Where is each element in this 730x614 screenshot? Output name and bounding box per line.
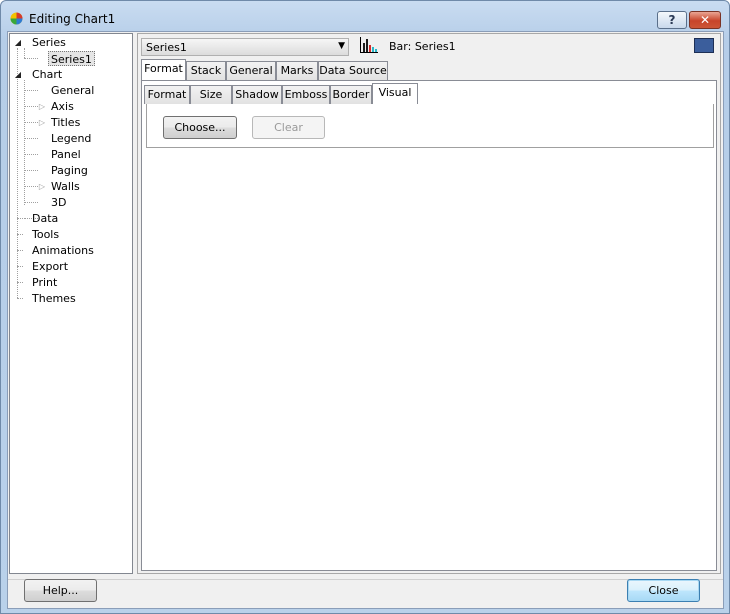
tree-item-titles[interactable]: Titles <box>51 115 80 130</box>
tree-item-panel[interactable]: Panel <box>51 147 81 162</box>
tab-general[interactable]: General <box>226 61 276 80</box>
tree-item-series[interactable]: Series <box>32 35 66 50</box>
tree-item-data[interactable]: Data <box>32 211 58 226</box>
tree-item-3d[interactable]: 3D <box>51 195 66 210</box>
clear-button[interactable]: Clear <box>252 116 325 139</box>
tree-item-general[interactable]: General <box>51 83 94 98</box>
editor-tree[interactable]: ◢ Series Series1 ◢ Chart General ▷ Axis … <box>9 33 133 574</box>
subtab-shadow[interactable]: Shadow <box>232 85 282 104</box>
tree-item-walls[interactable]: Walls <box>51 179 80 194</box>
footer-divider <box>8 579 723 580</box>
title-bar: Editing Chart1 ? ✕ <box>1 1 729 31</box>
bar-chart-icon <box>360 37 378 53</box>
axis-expand-arrow-icon[interactable]: ▷ <box>37 99 47 114</box>
tab-stack[interactable]: Stack <box>186 61 226 80</box>
tree-item-print[interactable]: Print <box>32 275 57 290</box>
subtab-format[interactable]: Format <box>144 85 190 104</box>
format-tab-page: Format Size Shadow Emboss Border Visual … <box>141 80 717 571</box>
help-title-button[interactable]: ? <box>657 11 687 29</box>
tree-item-legend[interactable]: Legend <box>51 131 91 146</box>
tree-item-tools[interactable]: Tools <box>32 227 59 242</box>
tree-item-animations[interactable]: Animations <box>32 243 94 258</box>
series-type-label: Bar: Series1 <box>389 40 456 53</box>
walls-expand-arrow-icon[interactable]: ▷ <box>37 179 47 194</box>
chevron-down-icon[interactable]: ▼ <box>338 41 345 51</box>
window-title: Editing Chart1 <box>29 12 116 26</box>
titles-expand-arrow-icon[interactable]: ▷ <box>37 115 47 130</box>
tree-item-axis[interactable]: Axis <box>51 99 74 114</box>
tree-item-themes[interactable]: Themes <box>32 291 76 306</box>
subtab-size[interactable]: Size <box>190 85 232 104</box>
help-button[interactable]: Help... <box>24 579 97 602</box>
close-window-button[interactable]: ✕ <box>689 11 721 29</box>
subtab-visual[interactable]: Visual <box>372 83 418 104</box>
tab-marks[interactable]: Marks <box>276 61 318 80</box>
tab-data-source[interactable]: Data Source <box>318 61 388 80</box>
series-color-button[interactable] <box>694 38 714 53</box>
close-button[interactable]: Close <box>627 579 700 602</box>
tab-format[interactable]: Format <box>141 59 186 80</box>
subtab-border[interactable]: Border <box>330 85 372 104</box>
editor-window: Editing Chart1 ? ✕ ◢ Series Series1 ◢ Ch… <box>0 0 730 614</box>
subtab-emboss[interactable]: Emboss <box>282 85 330 104</box>
series-select[interactable]: Series1 ▼ <box>141 38 349 56</box>
tree-item-series1[interactable]: Series1 <box>48 51 95 66</box>
tree-item-chart[interactable]: Chart <box>32 67 62 82</box>
visual-subtab-page: Choose... Clear <box>146 104 714 148</box>
series-select-value: Series1 <box>146 41 187 54</box>
choose-button[interactable]: Choose... <box>163 116 237 139</box>
tree-item-paging[interactable]: Paging <box>51 163 88 178</box>
chart-app-icon <box>10 12 23 25</box>
series-editor-panel: Series1 ▼ Bar: Series1 Format Stack Gene… <box>137 33 721 574</box>
dialog-client: ◢ Series Series1 ◢ Chart General ▷ Axis … <box>7 31 724 609</box>
tree-item-export[interactable]: Export <box>32 259 68 274</box>
chart-collapse-arrow-icon[interactable]: ◢ <box>13 67 23 82</box>
series-collapse-arrow-icon[interactable]: ◢ <box>13 35 23 50</box>
